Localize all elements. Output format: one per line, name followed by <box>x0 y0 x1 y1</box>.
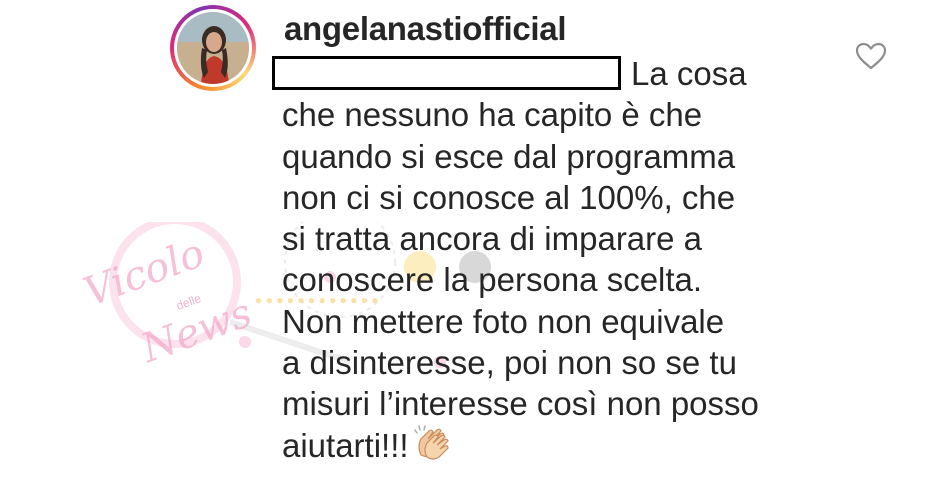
comment-line-last: aiutarti!!! <box>282 424 842 466</box>
redaction-box <box>272 56 621 90</box>
comment-line: si tratta ancora di imparare a <box>282 220 703 258</box>
comment-username[interactable]: angelanastiofficial <box>284 10 567 48</box>
comment-text: La cosa che nessuno ha capito è che quan… <box>282 53 842 466</box>
comment-line: che nessuno ha capito è che <box>282 96 703 134</box>
avatar <box>177 12 249 84</box>
clapping-hands-icon <box>413 424 449 460</box>
heart-outline-icon[interactable] <box>855 42 887 70</box>
comment-line: a disinteresse, poi non so se tu <box>282 344 737 382</box>
comment-line: conoscere la persona scelta. <box>282 261 703 299</box>
avatar-photo <box>177 12 249 84</box>
comment-line: quando si esce dal programma <box>282 137 736 175</box>
comment-line: Non mettere foto non equivale <box>282 302 725 340</box>
comment-line: non ci si conosce al 100%, che <box>282 178 736 216</box>
comment-line: misuri l’interesse così non posso <box>282 385 759 423</box>
comment-line-text: aiutarti!!! <box>282 426 409 464</box>
avatar-story-ring[interactable] <box>170 5 256 91</box>
avatar-gap <box>174 9 252 87</box>
